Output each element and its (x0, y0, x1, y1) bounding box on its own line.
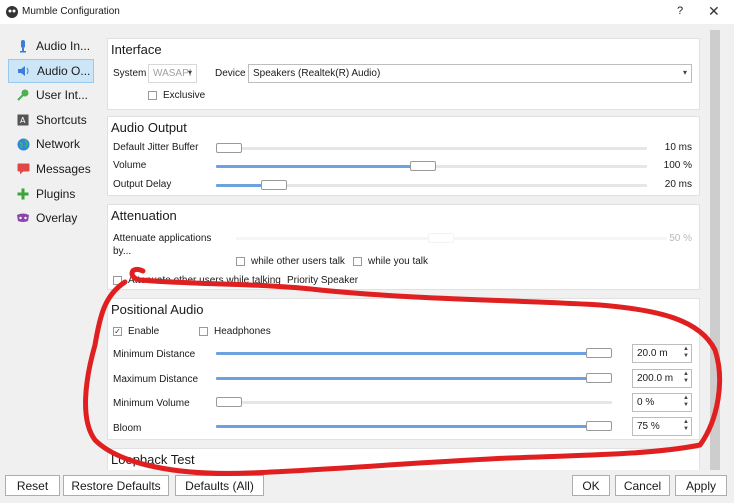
apply-button[interactable]: Apply (675, 475, 727, 496)
checkbox-box (199, 327, 208, 336)
title-bar: Mumble Configuration ? ✕ (0, 0, 734, 24)
output-delay-label: Output Delay (113, 179, 172, 190)
attenuation-group: Attenuation Attenuate applications by...… (107, 204, 700, 290)
maximum-distance-label: Maximum Distance (113, 374, 199, 385)
while-you-talk-checkbox[interactable]: while you talk (353, 256, 428, 267)
globe-icon (16, 137, 30, 151)
attenuation-slider[interactable] (236, 232, 667, 244)
sidebar-item-user-interface[interactable]: User Int... (8, 83, 94, 107)
minimum-volume-label: Minimum Volume (113, 398, 190, 409)
loopback-group: Loopback Test (107, 448, 700, 470)
bloom-spinbox[interactable]: 75 % ▲ ▼ (632, 417, 692, 436)
group-title: Positional Audio (111, 302, 204, 317)
output-delay-slider[interactable] (216, 179, 647, 191)
sidebar-item-label: Audio O... (37, 63, 91, 78)
checkbox-box: ✓ (113, 327, 122, 336)
volume-label: Volume (113, 160, 147, 171)
group-title: Attenuation (111, 208, 177, 223)
bloom-slider[interactable] (216, 420, 612, 432)
checkbox-box (353, 257, 362, 266)
device-label: Device (215, 68, 246, 79)
minimum-distance-slider[interactable] (216, 347, 612, 359)
spin-arrows-icon[interactable]: ▲ ▼ (683, 419, 689, 433)
vertical-scrollbar[interactable] (708, 30, 720, 470)
restore-defaults-button[interactable]: Restore Defaults (63, 475, 169, 496)
positional-audio-group: Positional Audio ✓ Enable Headphones Min… (107, 298, 700, 440)
sidebar-item-audio-output[interactable]: Audio O... (8, 58, 94, 83)
minimum-volume-slider[interactable] (216, 396, 612, 408)
sidebar-item-shortcuts[interactable]: A Shortcuts (8, 108, 94, 132)
chevron-down-icon: ▾ (187, 68, 192, 77)
mumble-app-icon (6, 6, 18, 18)
spin-arrows-icon[interactable]: ▲ ▼ (683, 395, 689, 409)
sidebar-item-label: Network (36, 137, 81, 152)
volume-slider[interactable] (216, 160, 647, 172)
jitter-buffer-slider[interactable] (216, 142, 647, 154)
sidebar-item-label: Messages (36, 161, 91, 176)
system-select[interactable]: WASAPI ▾ (148, 64, 197, 83)
system-label: System (113, 68, 147, 79)
svg-text:A: A (20, 116, 26, 125)
checkbox-box (236, 257, 245, 266)
exclusive-checkbox[interactable]: Exclusive (148, 90, 205, 101)
maximum-distance-slider[interactable] (216, 372, 612, 384)
group-title: Audio Output (111, 120, 187, 135)
chevron-down-icon: ▾ (682, 68, 687, 77)
enable-checkbox[interactable]: ✓ Enable (113, 326, 159, 337)
minimum-volume-spinbox[interactable]: 0 % ▲ ▼ (632, 393, 692, 412)
sidebar-item-plugins[interactable]: Plugins (8, 182, 94, 206)
spin-arrows-icon[interactable]: ▲ ▼ (683, 371, 689, 385)
device-select[interactable]: Speakers (Realtek(R) Audio) ▾ (248, 64, 692, 83)
sidebar-item-messages[interactable]: Messages (8, 157, 94, 181)
jitter-buffer-label: Default Jitter Buffer (113, 142, 199, 153)
attenuation-value: 50 % (669, 233, 692, 244)
interface-group: Interface System WASAPI ▾ Device Speaker… (107, 38, 700, 110)
jitter-buffer-value: 10 ms (664, 142, 692, 153)
sidebar-item-label: Audio In... (36, 39, 91, 53)
speaker-icon (17, 64, 31, 78)
attenuate-other-users-checkbox[interactable]: Attenuate other users while talking (113, 275, 281, 286)
sidebar-item-audio-input[interactable]: Audio In... (8, 34, 94, 58)
output-delay-value: 20 ms (664, 179, 692, 190)
bloom-label: Bloom (113, 423, 142, 434)
cancel-button[interactable]: Cancel (615, 475, 670, 496)
headphones-checkbox[interactable]: Headphones (199, 326, 271, 337)
sidebar-item-label: Plugins (36, 186, 76, 201)
window-title: Mumble Configuration (22, 6, 120, 17)
minimum-distance-label: Minimum Distance (113, 349, 196, 360)
sidebar-item-overlay[interactable]: Overlay (8, 206, 94, 230)
overlay-icon (16, 211, 30, 225)
sidebar-item-label: User Int... (36, 88, 89, 103)
message-icon (16, 162, 30, 176)
sidebar: Audio In... Audio O... User Int... A Sho… (8, 34, 94, 231)
user-interface-icon (16, 88, 30, 102)
sidebar-item-label: Overlay (36, 211, 78, 226)
keyboard-icon: A (16, 113, 30, 127)
while-others-talk-checkbox[interactable]: while other users talk (236, 256, 345, 267)
group-title: Interface (111, 42, 162, 57)
sidebar-item-label: Shortcuts (36, 112, 87, 127)
plugin-icon (16, 187, 30, 201)
group-title: Loopback Test (111, 452, 195, 467)
microphone-icon (16, 39, 30, 53)
volume-value: 100 % (663, 160, 692, 171)
checkbox-box (113, 276, 122, 285)
spin-arrows-icon[interactable]: ▲ ▼ (683, 346, 689, 360)
defaults-all-button[interactable]: Defaults (All) (175, 475, 264, 496)
attenuation-label: Attenuate applications by... (113, 233, 212, 257)
scrollbar-thumb[interactable] (710, 30, 720, 470)
reset-button[interactable]: Reset (5, 475, 60, 496)
audio-output-group: Audio Output Default Jitter Buffer 10 ms… (107, 116, 700, 196)
ok-button[interactable]: OK (572, 475, 610, 496)
checkbox-box (148, 91, 157, 100)
sidebar-item-network[interactable]: Network (8, 132, 94, 156)
help-button[interactable]: ? (677, 5, 683, 17)
priority-speaker-label: Priority Speaker (287, 275, 359, 286)
minimum-distance-spinbox[interactable]: 20.0 m ▲ ▼ (632, 344, 692, 363)
maximum-distance-spinbox[interactable]: 200.0 m ▲ ▼ (632, 369, 692, 388)
settings-pane: Interface System WASAPI ▾ Device Speaker… (100, 30, 708, 470)
close-button[interactable]: ✕ (708, 3, 720, 20)
